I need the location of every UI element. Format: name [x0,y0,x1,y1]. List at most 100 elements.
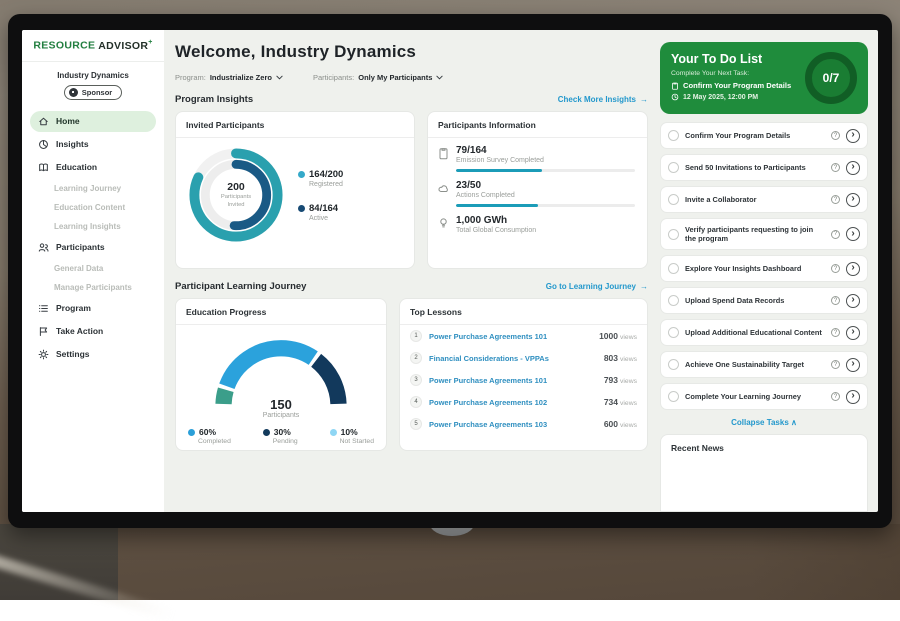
task-label: Complete Your Learning Journey [685,392,825,402]
participants-dropdown[interactable]: Participants: Only My Participants [313,73,443,82]
insights-icon [38,139,49,150]
sidebar-item-program[interactable]: Program [30,298,156,319]
rank-badge: 3 [410,374,422,386]
legend-item-active: 84/164 Active [298,203,343,222]
program-dropdown[interactable]: Program: Industrialize Zero [175,73,283,82]
todo-progress-ring: 0/7 [805,52,857,104]
todo-subtitle: Complete Your Next Task: [671,70,791,77]
sidebar-item-manage-participants[interactable]: Manage Participants [30,279,156,296]
chevron-up-icon: ∧ [791,418,797,427]
help-icon: ? [831,360,840,369]
participants-icon [38,242,49,253]
clock-icon [671,93,679,101]
chevron-right-icon[interactable]: › [846,161,860,175]
task-label: Confirm Your Program Details [685,131,825,141]
sidebar-item-general-data[interactable]: General Data [30,260,156,277]
sidebar-item-education-content[interactable]: Education Content [30,199,156,216]
todo-due: 12 May 2025, 12:00 PM [671,93,791,101]
chevron-right-icon[interactable]: › [846,129,860,143]
lesson-link[interactable]: Power Purchase Agreements 102 [429,398,597,407]
chevron-right-icon[interactable]: › [846,262,860,276]
chevron-right-icon[interactable]: › [846,326,860,340]
checkbox-circle-icon[interactable] [668,391,679,402]
sidebar-item-home[interactable]: Home [30,111,156,132]
education-card-body: 150 Participants 60% Completed [176,325,386,445]
task-row-explore-insights[interactable]: Explore Your Insights Dashboard ? › [660,255,868,282]
legend-label: Completed [198,438,231,445]
lesson-link[interactable]: Financial Considerations - VPPAs [429,354,597,363]
checkbox-circle-icon[interactable] [668,194,679,205]
stat-emission-survey: 79/164 Emission Survey Completed [438,145,635,172]
help-icon: ? [831,195,840,204]
invited-card-body: 200 Participants Invited 164/200 Registe… [176,138,414,247]
chevron-right-icon[interactable]: › [846,193,860,207]
lesson-views: 793views [604,375,637,385]
sidebar-item-participants[interactable]: Participants [30,237,156,258]
task-row-upload-spend-data[interactable]: Upload Spend Data Records ? › [660,287,868,314]
lesson-link[interactable]: Power Purchase Agreements 101 [429,376,597,385]
gauge-center-value: 150 [206,397,356,412]
sidebar-item-label: Learning Journey [54,184,121,193]
participants-label: Participants: [313,73,354,82]
collapse-label: Collapse Tasks [731,418,789,427]
legend-item-pending: 30% Pending [263,427,298,445]
link-label: Go to Learning Journey [546,282,636,291]
task-row-upload-educational-content[interactable]: Upload Additional Educational Content ? … [660,319,868,346]
task-row-verify-participants[interactable]: Verify participants requesting to join t… [660,218,868,250]
task-row-complete-learning-journey[interactable]: Complete Your Learning Journey ? › [660,383,868,410]
task-row-invite-collaborator[interactable]: Invite a Collaborator ? › [660,186,868,213]
recent-news-card: Recent News [660,434,868,512]
sidebar: RESOURCEADVISOR+ Industry Dynamics Spons… [22,30,164,512]
sidebar-item-settings[interactable]: Settings [30,344,156,365]
sidebar-item-label: Take Action [56,326,103,336]
sidebar-item-label: Insights [56,139,89,149]
checkbox-circle-icon[interactable] [668,295,679,306]
checkbox-circle-icon[interactable] [668,263,679,274]
sidebar-item-learning-journey[interactable]: Learning Journey [30,180,156,197]
check-more-insights-link[interactable]: Check More Insights → [558,95,648,104]
sponsor-icon [69,88,78,97]
checkbox-circle-icon[interactable] [668,162,679,173]
views-count: 1000 [599,331,618,341]
task-row-confirm-program[interactable]: Confirm Your Program Details ? › [660,122,868,149]
sidebar-item-take-action[interactable]: Take Action [30,321,156,342]
next-task-label: Confirm Your Program Details [683,81,791,90]
program-value: Industrialize Zero [210,73,272,82]
donut-center-label: Participants Invited [215,194,257,209]
lesson-link[interactable]: Power Purchase Agreements 103 [429,420,597,429]
chevron-right-icon[interactable]: › [846,390,860,404]
go-to-learning-journey-link[interactable]: Go to Learning Journey → [546,282,648,291]
chevron-right-icon[interactable]: › [846,294,860,308]
todo-panel: Your To Do List Complete Your Next Task:… [660,30,878,512]
sidebar-item-insights[interactable]: Insights [30,134,156,155]
sidebar-nav: Home Insights Education Learning Journey… [22,111,164,365]
progress-fill [456,169,542,172]
lesson-link[interactable]: Power Purchase Agreements 101 [429,332,592,341]
sponsor-label: Sponsor [82,88,112,97]
stat-value: 79/164 [456,145,635,156]
todo-title: Your To Do List [671,52,791,66]
main-content: Welcome, Industry Dynamics Program: Indu… [164,30,660,512]
sidebar-item-learning-insights[interactable]: Learning Insights [30,218,156,235]
progress-track [456,169,635,172]
legend-label: Pending [273,438,298,445]
checkbox-circle-icon[interactable] [668,327,679,338]
dashboard-screen: RESOURCEADVISOR+ Industry Dynamics Spons… [22,30,878,512]
sidebar-item-education[interactable]: Education [30,157,156,178]
checkbox-circle-icon[interactable] [668,229,679,240]
task-row-achieve-target[interactable]: Achieve One Sustainability Target ? › [660,351,868,378]
task-row-send-invitations[interactable]: Send 50 Invitations to Participants ? › [660,154,868,181]
lesson-row: 4 Power Purchase Agreements 102 734views [400,391,647,413]
legend-label: Registered [309,181,343,188]
legend-item-registered: 164/200 Registered [298,169,343,188]
chevron-right-icon[interactable]: › [846,358,860,372]
insights-cards-row: Invited Participants 200 Participants In… [175,111,648,269]
checkbox-circle-icon[interactable] [668,130,679,141]
collapse-tasks-link[interactable]: Collapse Tasks ∧ [660,418,868,427]
checkbox-circle-icon[interactable] [668,359,679,370]
help-icon: ? [831,328,840,337]
education-gauge-chart: 150 Participants [206,328,356,421]
help-icon: ? [831,163,840,172]
chevron-right-icon[interactable]: › [846,227,860,241]
sidebar-item-label: Participants [56,242,105,252]
